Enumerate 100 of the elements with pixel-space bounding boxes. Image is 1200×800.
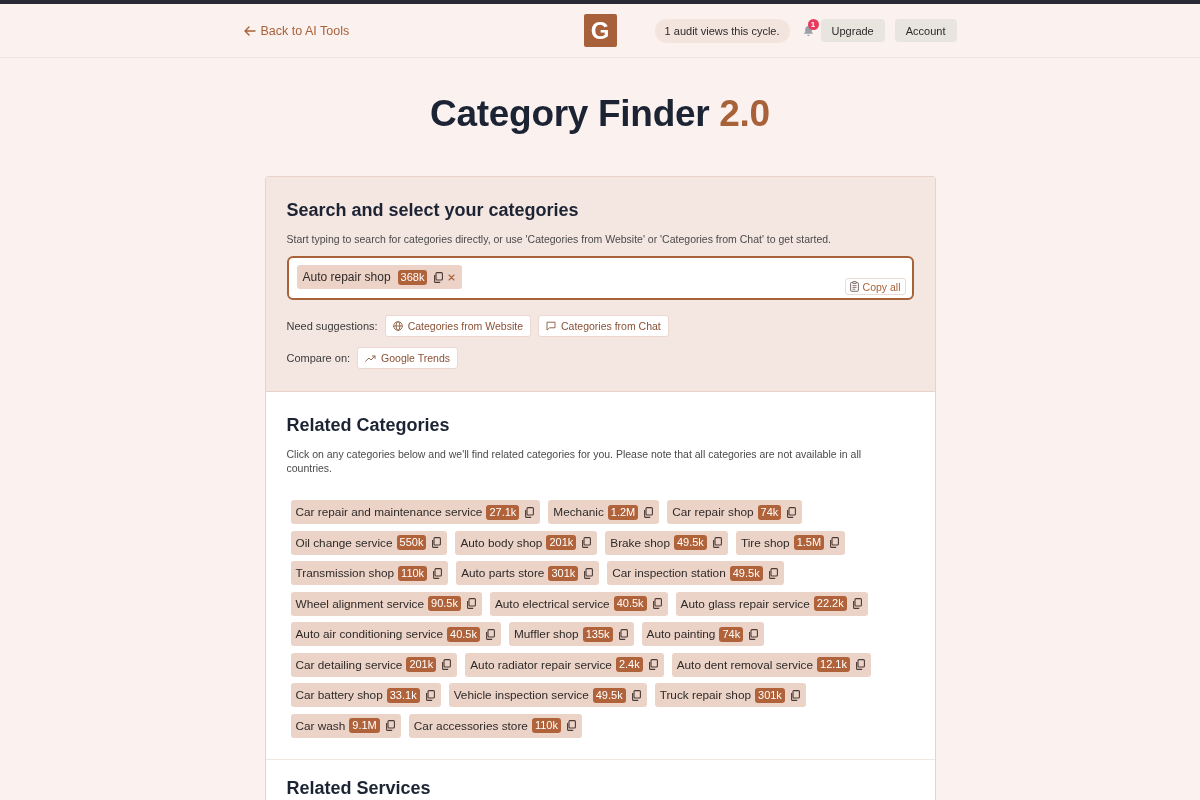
copy-icon[interactable] [855,659,865,670]
search-volume-badge: 201k [546,535,577,550]
category-tag[interactable]: Car accessories store 110k [408,713,582,738]
section-heading: Search and select your categories [286,199,580,221]
category-tag[interactable]: Truck repair shop 301k [654,683,806,707]
copy-icon[interactable] [583,567,594,579]
copy-icon[interactable] [829,537,840,548]
suggestions-label: Need suggestions: [286,320,378,332]
category-tag[interactable]: Auto dent removal service 12.1k [671,652,871,677]
search-volume-badge: 110k [531,718,561,733]
section-description: Click on any categories below and we'll find related categories for you. Please note that all categories are not available in all countries. [286,447,863,475]
search-volume-badge: 2.4k [615,657,643,672]
copy-icon[interactable] [786,506,797,518]
search-volume-badge: 1.2M [607,504,639,520]
category-tag[interactable]: Tire shop 1.5M [735,530,846,555]
search-volume-badge: 27.1k [486,504,520,520]
copy-icon[interactable] [384,720,395,731]
search-volume-badge: 550k [396,535,427,550]
notification-count-badge: 1 [807,18,819,30]
copy-icon[interactable] [767,567,778,579]
categories-from-website-button[interactable]: Categories from Website [384,315,531,337]
search-volume-badge: 301k [755,687,785,703]
copy-all-button[interactable]: Copy all [844,278,906,295]
logo[interactable]: G [583,14,617,47]
copy-icon[interactable] [748,628,759,640]
category-tag[interactable]: Vehicle inspection service 49.5k [448,683,647,707]
clipboard-icon [849,281,859,292]
copy-icon[interactable] [789,689,800,701]
compare-label: Compare on: [286,352,351,364]
back-link[interactable]: Back to AI Tools [243,23,350,38]
copy-icon[interactable] [441,659,452,670]
search-volume-badge: 40.5k [447,626,480,642]
category-tag[interactable]: Transmission shop 110k [290,561,449,585]
copy-icon[interactable] [581,537,592,548]
categories-from-chat-button[interactable]: Categories from Chat [538,315,669,337]
copy-icon[interactable] [424,689,435,701]
copy-icon[interactable] [565,720,576,731]
search-volume-badge: 74k [719,626,744,642]
section-heading: Related Categories [286,414,451,436]
category-tag[interactable]: Car repair shop 74k [667,500,803,524]
search-volume-badge: 135k [582,626,613,642]
category-tag[interactable]: Car inspection station 49.5k [607,561,784,585]
category-tag[interactable]: Muffler shop 135k [508,622,634,646]
category-tag[interactable]: Car detailing service 201k [290,652,458,677]
category-tag[interactable]: Auto glass repair service 22.2k [675,591,868,616]
category-tag[interactable]: Auto electrical service 40.5k [489,591,668,616]
page-title: Category Finder [430,93,710,134]
copy-icon[interactable] [465,598,476,609]
copy-icon[interactable] [432,567,443,579]
category-tag[interactable]: Oil change service 550k [290,530,448,555]
copy-icon[interactable] [433,271,444,283]
section-description: Start typing to search for categories directly, or use 'Categories from Website' or 'Categories from Chat' to get started. [286,232,833,246]
search-volume-badge: 49.5k [729,565,763,581]
copy-icon[interactable] [643,506,654,518]
search-volume-badge: 33.1k [386,687,420,703]
category-tag[interactable]: Auto radiator repair service 2.4k [465,652,664,677]
copy-icon[interactable] [524,506,535,518]
search-volume-badge: 1.5M [793,535,825,550]
search-volume-badge: 49.5k [592,687,626,703]
category-tag[interactable]: Auto painting 74k [641,622,765,646]
search-volume-badge: 40.5k [613,596,647,611]
globe-icon [392,321,403,331]
search-volume-badge: 12.1k [817,657,850,672]
search-volume-badge: 90.5k [428,596,461,611]
category-tag[interactable]: Wheel alignment service 90.5k [290,591,482,616]
copy-icon[interactable] [617,628,628,640]
google-trends-button[interactable]: Google Trends [357,347,458,369]
copy-icon[interactable] [651,598,662,609]
search-volume-badge: 368k [397,269,428,285]
search-volume-badge: 22.2k [813,596,847,611]
category-tag[interactable]: Car wash 9.1M [290,713,401,738]
copy-icon[interactable] [630,689,641,701]
category-tag[interactable]: Auto air conditioning service 40.5k [290,622,501,646]
copy-icon[interactable] [431,537,442,548]
search-volume-badge: 301k [548,565,579,581]
category-tag[interactable]: Mechanic 1.2M [548,500,660,524]
copy-icon[interactable] [647,659,658,670]
category-tag[interactable]: Car repair and maintenance service 27.1k [290,500,541,524]
copy-icon[interactable] [711,537,722,548]
category-tag[interactable]: Brake shop 49.5k [605,530,728,555]
selected-category-chip[interactable]: Auto repair shop 368k [296,265,463,289]
category-tag[interactable]: Car battery shop 33.1k [290,683,441,707]
copy-icon[interactable] [851,598,862,609]
search-volume-badge: 9.1M [349,718,380,733]
audit-notice: 1 audit views this cycle. [654,18,790,43]
category-tag[interactable]: Auto parts store 301k [456,561,600,585]
account-button[interactable]: Account [894,19,957,42]
search-volume-badge: 74k [757,504,782,520]
search-volume-badge: 110k [398,565,428,581]
trend-line-icon [365,354,377,362]
category-tag[interactable]: Auto body shop 201k [455,530,598,555]
section-heading: Related Services [286,778,432,798]
chat-bubble-icon [546,321,556,331]
search-volume-badge: 49.5k [673,535,707,550]
version-number: 2.0 [719,93,770,134]
remove-icon[interactable] [448,273,456,281]
category-search-field[interactable]: Auto repair shop 368k Copy all [286,256,914,300]
copy-icon[interactable] [484,628,495,640]
arrow-left-icon [243,25,256,36]
upgrade-button[interactable]: Upgrade [820,19,885,42]
